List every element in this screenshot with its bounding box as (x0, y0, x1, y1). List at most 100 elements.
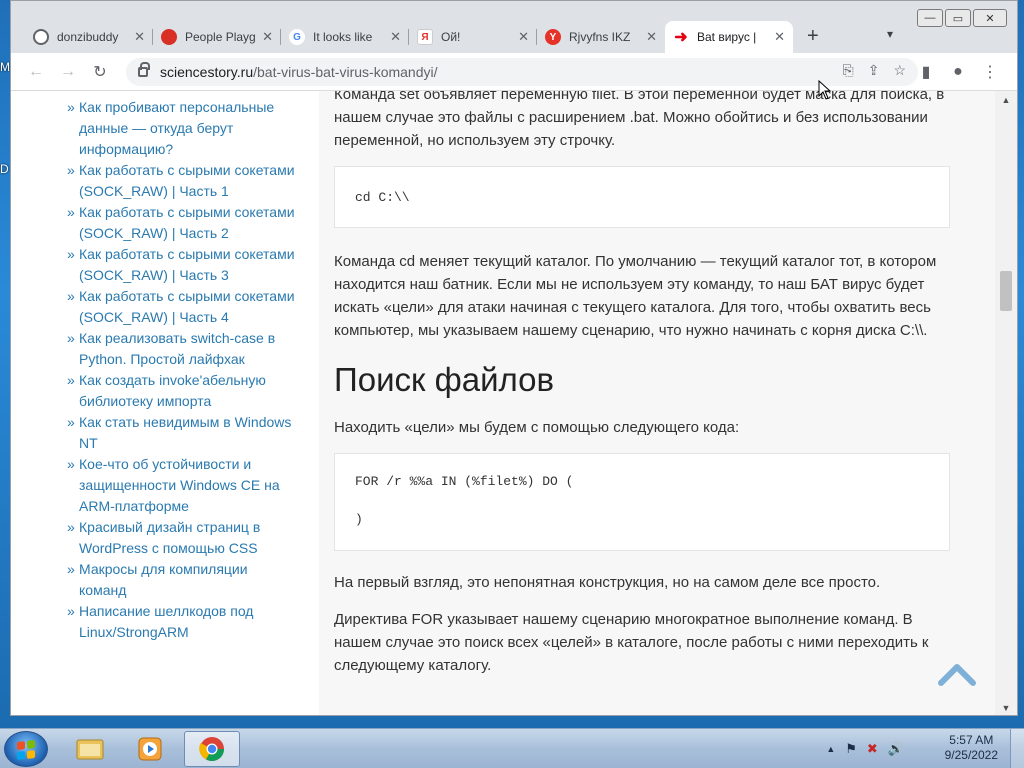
maximize-button[interactable]: ▭ (945, 9, 971, 27)
tab-title: donzibuddy (57, 30, 119, 44)
yandex-icon: Y (545, 29, 561, 45)
action-center-icon[interactable]: ⚑ (845, 741, 857, 757)
tab-google[interactable]: G It looks like ✕ (281, 21, 409, 53)
close-window-button[interactable]: ✕ (973, 9, 1007, 27)
tray-expand-icon[interactable]: ▲ (826, 744, 835, 754)
tab-rjvyfns[interactable]: Y Rjvyfns IKZ ✕ (537, 21, 665, 53)
close-tab-icon[interactable]: ✕ (646, 29, 657, 45)
volume-icon[interactable]: 🔊 (888, 741, 904, 757)
window-controls: — ▭ ✕ (917, 9, 1007, 27)
code-block-for: FOR /r %%a IN (%filet%) DO ( ) (334, 453, 950, 551)
sidebar-link[interactable]: Как работать с сырыми сокетами (SOCK_RAW… (79, 204, 295, 241)
list-item: Кое-что об устойчивости и защищенности W… (67, 454, 297, 517)
browser-toolbar: ← → ↻ sciencestory.ru /bat-virus-bat-vir… (11, 53, 1017, 91)
code-line: cd C:\\ (355, 190, 410, 205)
tab-donzibuddy[interactable]: donzibuddy ✕ (25, 21, 153, 53)
article-column: Команда set объявляет переменную filet. … (319, 91, 997, 715)
tab-strip: donzibuddy ✕ People Playg ✕ G It looks l… (11, 1, 1017, 53)
network-icon[interactable]: ✖ (867, 741, 878, 757)
paragraph-find: Находить «цели» мы будем с помощью следу… (334, 419, 740, 436)
paragraph-first: На первый взгляд, это непонятная констру… (334, 574, 881, 591)
address-bar[interactable]: sciencestory.ru /bat-virus-bat-virus-kom… (126, 58, 918, 86)
url-host: sciencestory.ru (160, 64, 254, 80)
taskbar-explorer[interactable] (62, 731, 118, 767)
tab-people-playground[interactable]: People Playg ✕ (153, 21, 281, 53)
paragraph-cd: Команда cd меняет текущий каталог. По ум… (334, 253, 937, 339)
reload-button[interactable]: ↻ (89, 61, 111, 83)
paragraph-directive: Директива FOR указывает нашему сценарию … (334, 611, 929, 674)
sidebar-link[interactable]: Красивый дизайн страниц в WordPress с по… (79, 519, 260, 556)
tab-bat-virus[interactable]: ➜ Bat вирус | ✕ (665, 21, 793, 53)
bookmark-star-icon[interactable]: ☆ (893, 62, 906, 79)
close-tab-icon[interactable]: ✕ (134, 29, 145, 45)
url-path: /bat-virus-bat-virus-komandyi/ (253, 64, 438, 80)
forward-button[interactable]: → (57, 61, 79, 83)
sidebar-link[interactable]: Как работать с сырыми сокетами (SOCK_RAW… (79, 162, 295, 199)
translate-icon[interactable]: ⎘ (843, 62, 854, 79)
tab-title: Bat вирус | (697, 30, 757, 44)
profile-avatar-icon[interactable]: ● (947, 61, 969, 83)
scrollbar-thumb[interactable] (1000, 271, 1012, 311)
menu-kebab-icon[interactable]: ⋮ (979, 61, 1001, 83)
sidebar-link[interactable]: Макросы для компиляции команд (79, 561, 248, 598)
list-item: Как стать невидимым в Windows NT (67, 412, 297, 454)
tab-title: It looks like (313, 30, 373, 44)
code-line: FOR /r %%a IN (%filet%) DO ( (355, 474, 574, 489)
sidebar-link[interactable]: Написание шеллкодов под Linux/StrongARM (79, 603, 253, 640)
sidebar-link[interactable]: Кое-что об устойчивости и защищенности W… (79, 456, 280, 514)
tab-oi[interactable]: Я Ой! ✕ (409, 21, 537, 53)
folder-icon (76, 739, 104, 760)
side-panel-icon[interactable]: ▮ (915, 61, 937, 83)
tab-title: Rjvyfns IKZ (569, 30, 631, 44)
list-item: Макросы для компиляции команд (67, 559, 297, 601)
desktop-edge-text: D (0, 162, 9, 176)
scroll-to-top-icon[interactable] (937, 659, 977, 689)
show-desktop-button[interactable] (1010, 729, 1024, 768)
taskbar-chrome[interactable] (184, 731, 240, 767)
clock-time: 5:57 AM (949, 733, 994, 747)
lock-badge-icon (161, 29, 177, 45)
page-scrollbar[interactable]: ▲ ▼ (995, 91, 1017, 715)
back-button[interactable]: ← (25, 61, 47, 83)
sidebar-link[interactable]: Как стать невидимым в Windows NT (79, 414, 291, 451)
code-line: ) (355, 512, 363, 527)
code-block-cd: cd C:\\ (334, 166, 950, 228)
lock-icon[interactable] (138, 62, 150, 77)
clock[interactable]: 5:57 AM 9/25/2022 (945, 733, 998, 763)
close-tab-icon[interactable]: ✕ (774, 29, 785, 45)
close-tab-icon[interactable]: ✕ (518, 29, 529, 45)
list-item: Как работать с сырыми сокетами (SOCK_RAW… (67, 286, 297, 328)
share-icon[interactable]: ⇪ (868, 62, 880, 79)
new-tab-button[interactable]: + (807, 25, 819, 48)
sidebar-link[interactable]: Как работать с сырыми сокетами (SOCK_RAW… (79, 288, 295, 325)
chrome-icon (199, 737, 224, 762)
sidebar-link[interactable]: Как создать invoke'абельную библиотеку и… (79, 372, 266, 409)
globe-icon (33, 29, 49, 45)
tab-title: People Playg (185, 30, 256, 44)
list-item: Написание шеллкодов под Linux/StrongARM (67, 601, 297, 643)
sidebar: Как пробивают персональные данные — отку… (11, 91, 319, 715)
system-tray: ▲ ⚑ ✖ 🔊 (826, 729, 904, 768)
close-tab-icon[interactable]: ✕ (390, 29, 401, 45)
list-item: Как пробивают персональные данные — отку… (67, 97, 297, 160)
scroll-up-arrow-icon[interactable]: ▲ (995, 91, 1017, 109)
sidebar-link[interactable]: Как работать с сырыми сокетами (SOCK_RAW… (79, 246, 295, 283)
sidebar-post-list: Как пробивают персональные данные — отку… (67, 97, 297, 643)
scroll-down-arrow-icon[interactable]: ▼ (995, 699, 1017, 715)
paragraph-set: Команда set объявляет переменную filet. … (334, 91, 945, 149)
minimize-button[interactable]: — (917, 9, 943, 27)
article-body: Команда set объявляет переменную filet. … (334, 91, 950, 677)
sidebar-link[interactable]: Как реализовать switch-case в Python. Пр… (79, 330, 275, 367)
browser-window: donzibuddy ✕ People Playg ✕ G It looks l… (10, 0, 1018, 716)
sidebar-link[interactable]: Как пробивают персональные данные — отку… (79, 99, 274, 157)
start-button[interactable] (4, 731, 48, 767)
list-item: Как работать с сырыми сокетами (SOCK_RAW… (67, 160, 297, 202)
tab-search-button[interactable]: ▾ (887, 27, 893, 41)
taskbar-media-player[interactable] (122, 731, 178, 767)
close-tab-icon[interactable]: ✕ (262, 29, 273, 45)
omnibox-actions: ⎘ ⇪ ☆ (843, 62, 907, 79)
clock-date: 9/25/2022 (944, 748, 998, 762)
list-item: Красивый дизайн страниц в WordPress с по… (67, 517, 297, 559)
section-heading: Поиск файлов (334, 361, 555, 398)
list-item: Как работать с сырыми сокетами (SOCK_RAW… (67, 244, 297, 286)
